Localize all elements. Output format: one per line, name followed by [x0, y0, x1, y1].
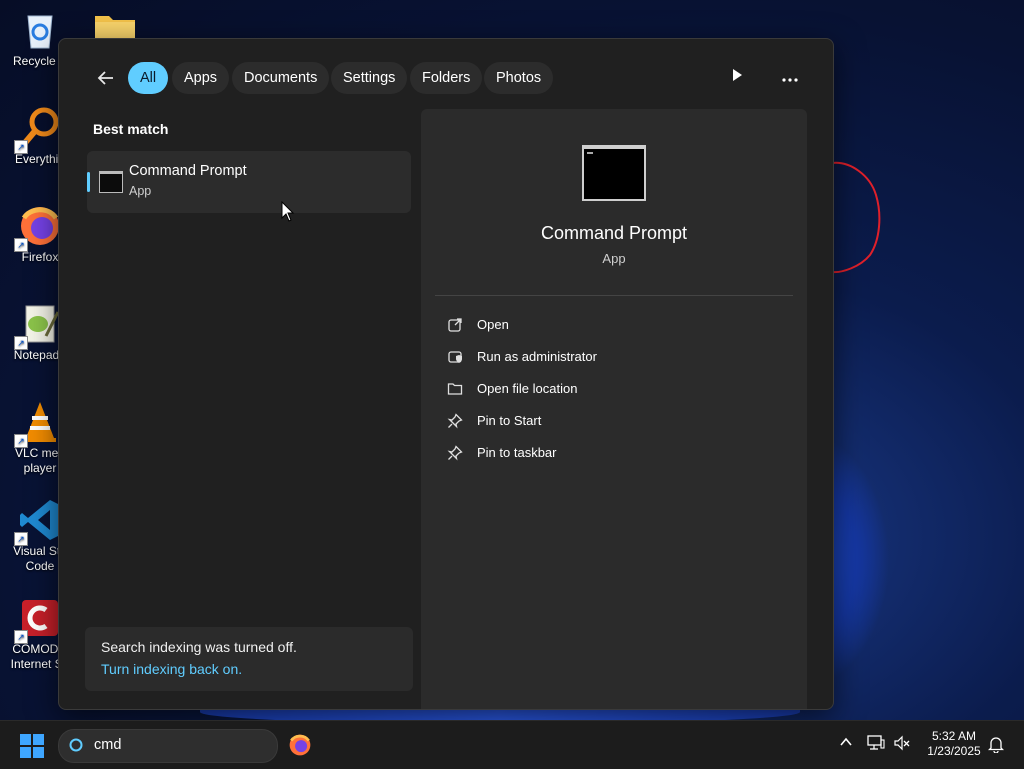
action-open-file-location[interactable]: Open file location	[435, 375, 793, 403]
filter-chip-documents[interactable]: Documents	[232, 62, 330, 94]
red-annotation-scribble	[831, 161, 881, 274]
indexing-notice: Search indexing was turned off. Turn ind…	[85, 627, 413, 691]
vscode-icon: ↗	[14, 498, 62, 546]
chevron-up-icon	[840, 737, 852, 746]
command-prompt-icon	[99, 171, 123, 193]
detail-type: App	[602, 251, 626, 266]
folder-icon	[447, 383, 463, 395]
action-run-as-administrator[interactable]: Run as administrator	[435, 343, 793, 371]
detail-divider	[435, 295, 793, 296]
filter-chip-settings[interactable]: Settings	[331, 62, 408, 94]
filter-chip-apps[interactable]: Apps	[172, 62, 230, 94]
firefox-icon: ↗	[14, 204, 62, 252]
shortcut-arrow-icon: ↗	[14, 630, 28, 644]
best-match-heading: Best match	[93, 121, 169, 137]
clock-time: 5:32 AM	[931, 729, 977, 743]
filter-chip-all[interactable]: All	[128, 62, 169, 94]
shortcut-arrow-icon: ↗	[14, 238, 28, 252]
pin-icon	[447, 445, 463, 461]
back-button[interactable]	[93, 65, 119, 91]
action-open[interactable]: Open	[435, 311, 793, 339]
network-icon	[867, 735, 885, 750]
action-label: Open file location	[477, 381, 578, 396]
filter-chip-photos[interactable]: Photos	[484, 62, 554, 94]
best-match-type: App	[129, 184, 152, 198]
shortcut-arrow-icon: ↗	[14, 336, 28, 350]
show-hidden-icons-button[interactable]	[836, 735, 856, 755]
filter-chip-folders[interactable]: Folders	[410, 62, 483, 94]
taskbar-search-box[interactable]: cmd	[58, 729, 278, 763]
command-prompt-icon	[582, 145, 646, 201]
start-button[interactable]	[20, 734, 44, 758]
action-pin-to-taskbar[interactable]: Pin to taskbar	[435, 439, 793, 467]
taskbar-clock[interactable]: 5:32 AM 1/23/2025	[916, 729, 992, 759]
clock-date: 1/23/2025	[927, 744, 981, 758]
detail-pane: Command Prompt App Open Run as administr…	[421, 109, 807, 709]
best-match-command-prompt[interactable]: Command Prompt App	[87, 151, 411, 213]
bell-icon	[987, 737, 1005, 754]
taskbar-firefox-button[interactable]	[288, 733, 312, 757]
vlc-icon: ↗	[14, 400, 62, 448]
detail-title: Command Prompt	[540, 223, 688, 243]
action-label: Pin to Start	[477, 413, 542, 428]
pin-icon	[447, 413, 463, 429]
indexing-message: Search indexing was turned off.	[101, 639, 297, 655]
network-status-button[interactable]	[866, 735, 886, 755]
everything-search-icon: ↗	[14, 106, 62, 154]
open-external-icon	[448, 318, 462, 332]
action-label: Pin to taskbar	[477, 445, 557, 460]
mouse-cursor-icon	[281, 201, 295, 222]
recycle-bin-icon	[18, 8, 62, 52]
taskbar-search-input[interactable]: cmd	[94, 737, 121, 753]
play-icon	[733, 69, 742, 81]
windows-logo-icon	[20, 734, 31, 745]
windows-logo-tile	[20, 747, 31, 758]
best-match-name: Command Prompt	[129, 163, 247, 179]
windows-logo-tile	[33, 747, 44, 758]
selection-accent	[87, 172, 90, 192]
firefox-icon	[289, 734, 311, 756]
shortcut-arrow-icon: ↗	[14, 140, 28, 154]
shortcut-arrow-icon: ↗	[14, 532, 28, 546]
more-options-button[interactable]	[777, 65, 803, 91]
notifications-button[interactable]	[986, 735, 1006, 755]
windows-logo-tile	[33, 734, 44, 745]
search-flyout: All Apps Documents Settings Folders Phot…	[58, 38, 834, 710]
shortcut-arrow-icon: ↗	[14, 434, 28, 448]
notepad-plus-plus-icon: ↗	[14, 302, 62, 350]
back-arrow-icon	[97, 71, 113, 85]
volume-button[interactable]	[892, 735, 912, 755]
search-filter-bar: All Apps Documents Settings Folders Phot…	[59, 61, 833, 95]
shield-admin-icon	[448, 351, 462, 363]
search-icon	[69, 738, 83, 752]
results-pane: Best match Command Prompt App	[85, 109, 415, 699]
volume-muted-icon	[894, 735, 910, 751]
comodo-icon: ↗	[14, 596, 62, 644]
more-dots-icon	[782, 78, 798, 82]
turn-indexing-on-link[interactable]: Turn indexing back on.	[101, 661, 242, 677]
action-label: Open	[477, 317, 509, 332]
action-label: Run as administrator	[477, 349, 597, 364]
play-button[interactable]	[724, 65, 750, 91]
action-pin-to-start[interactable]: Pin to Start	[435, 407, 793, 435]
taskbar: cmd 5:32 AM 1/23/2025	[0, 720, 1024, 769]
